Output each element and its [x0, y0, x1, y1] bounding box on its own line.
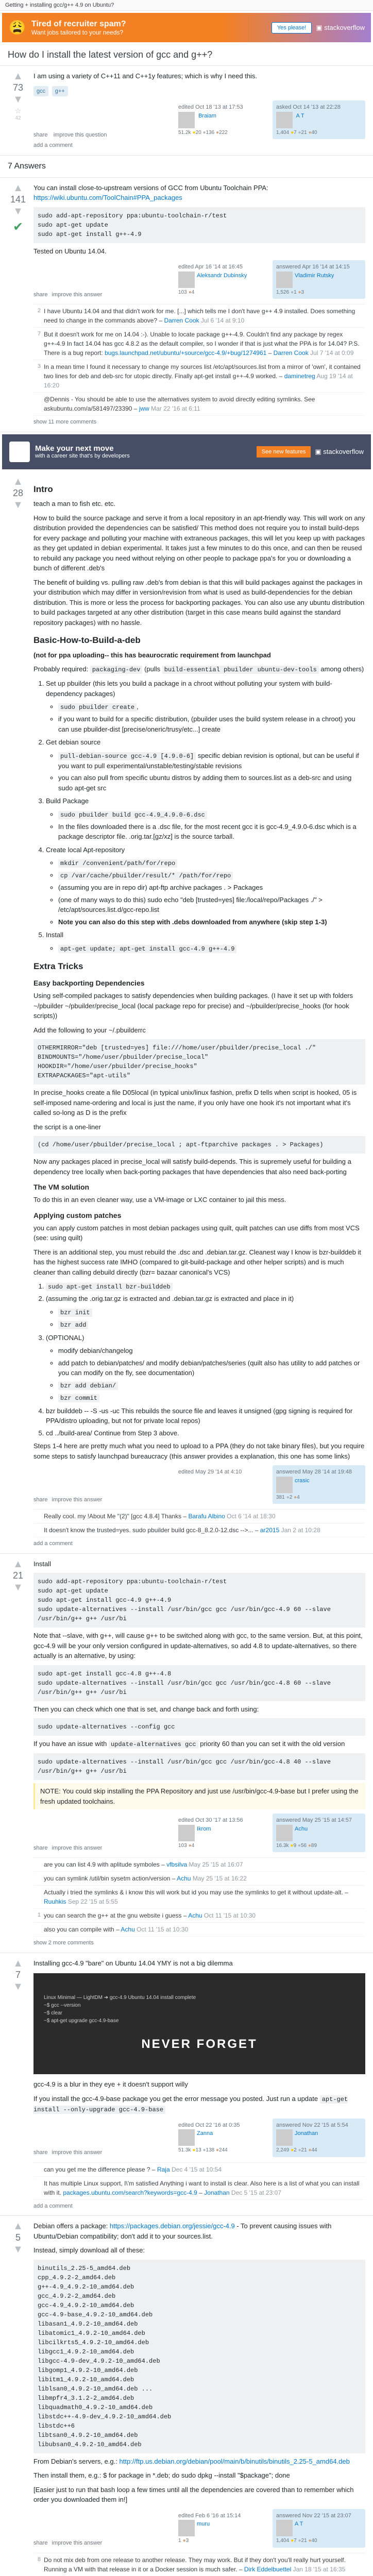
answer-5: ▲5▼ Debian offers a package: https://pac…: [0, 2216, 373, 2576]
ppa-link[interactable]: https://wiki.ubuntu.com/ToolChain#PPA_pa…: [33, 194, 182, 201]
code-block: (cd /home/user/pbuilder/precise_local ; …: [33, 1136, 365, 1154]
add-comment-link[interactable]: add a comment: [33, 1539, 365, 1548]
share-link[interactable]: share: [33, 292, 48, 298]
question-title: How do I install the latest version of g…: [8, 49, 365, 60]
answers-header: 7 Answers: [0, 156, 373, 178]
share-link[interactable]: share: [33, 2540, 48, 2546]
code-block: sudo add-apt-repository ppa:ubuntu-toolc…: [33, 1573, 365, 1628]
improve-link[interactable]: improve this answer: [52, 2540, 103, 2546]
add-comment-link[interactable]: add a comment: [33, 141, 365, 150]
answer-1: ▲ 141 ▼ ✔ You can install close-to-upstr…: [0, 178, 373, 432]
comments-list: 2I have Ubuntu 14.04 and that didn't wor…: [33, 304, 365, 416]
code-block: sudo update-alternatives --config gcc: [33, 1718, 365, 1736]
improve-link[interactable]: improve this answer: [52, 1845, 103, 1851]
favorite-button[interactable]: ☆: [8, 107, 28, 115]
upvote-button[interactable]: ▲: [8, 183, 28, 193]
question-body: I am using a variety of C++11 and C++1y …: [33, 71, 365, 81]
improve-link[interactable]: improve this answer: [52, 2149, 103, 2156]
downvote-button[interactable]: ▼: [8, 94, 28, 105]
ad-cta-button[interactable]: See new features: [257, 446, 311, 457]
ad-title: Tired of recruiter spam?: [31, 20, 272, 29]
question-header: How do I install the latest version of g…: [0, 44, 373, 66]
tags-container: gcc g++: [33, 86, 365, 97]
show-more-comments[interactable]: show 2 more comments: [33, 1939, 365, 1947]
accepted-icon: ✔: [8, 219, 28, 234]
user-link[interactable]: Braiam: [198, 113, 216, 119]
show-more-comments[interactable]: show 11 more comments: [33, 418, 365, 427]
downvote-button[interactable]: ▼: [8, 206, 28, 216]
vote-count: 73: [8, 82, 28, 93]
tag-gpp[interactable]: g++: [52, 86, 68, 97]
improve-link[interactable]: improve this question: [54, 132, 107, 138]
code-block: sudo apt-get install gcc-4.8 g++-4.8 sud…: [33, 1665, 365, 1701]
answer-2: ▲ 28 ▼ Intro teach a man to fish etc. et…: [0, 471, 373, 1554]
upvote-button[interactable]: ▲: [8, 477, 28, 487]
upvote-button[interactable]: ▲: [8, 71, 28, 81]
editor-card: edited Oct 18 '13 at 17:53 Braiam 51.2k …: [175, 100, 267, 139]
share-link[interactable]: share: [33, 132, 48, 138]
author-card: answered Apr 16 '14 at 14:15Vladimir Rut…: [273, 260, 365, 299]
ad-icon: [9, 442, 30, 462]
favorite-count: 42: [8, 115, 28, 121]
add-comment-link[interactable]: add a comment: [33, 2202, 365, 2211]
code-block: sudo update-alternatives --install /usr/…: [33, 1753, 365, 1780]
question-post: ▲ 73 ▼ ☆ 42 I am using a variety of C++1…: [0, 66, 373, 156]
stackoverflow-logo: ▣ stackoverflow: [316, 24, 365, 32]
downvote-button[interactable]: ▼: [8, 2244, 28, 2255]
top-ad-banner[interactable]: 😩 Tired of recruiter spam? Want jobs tai…: [2, 13, 371, 42]
avatar: [178, 112, 195, 128]
vote-count: 141: [8, 194, 28, 205]
tag-gcc[interactable]: gcc: [33, 86, 48, 97]
ad-cta-button[interactable]: Yes please!: [272, 22, 312, 33]
stackoverflow-logo: ▣ stackoverflow: [315, 448, 364, 456]
mid-ad-banner[interactable]: Make your next movewith a career site th…: [2, 434, 371, 469]
screenshot-image: Linux Minimal — LightDM ➜ gcc-4.9 Ubuntu…: [33, 1973, 365, 2074]
improve-link[interactable]: improve this answer: [52, 292, 103, 298]
code-block: OTHERMIRROR="deb [trusted=yes] file:///h…: [33, 1039, 365, 1084]
code-block: sudo add-apt-repository ppa:ubuntu-toolc…: [33, 207, 365, 243]
answer-3: ▲21▼ Install sudo add-apt-repository ppa…: [0, 1554, 373, 1953]
downvote-button[interactable]: ▼: [8, 1582, 28, 1592]
author-card: asked Oct 14 '13 at 22:28 A T 1,404 7 21…: [273, 100, 365, 139]
upvote-button[interactable]: ▲: [8, 1559, 28, 1569]
tired-emoji-icon: 😩: [8, 19, 26, 36]
share-link[interactable]: share: [33, 1845, 48, 1851]
upvote-button[interactable]: ▲: [8, 2221, 28, 2231]
editor-card: edited Apr 16 '14 at 16:45Aleksandr Dubi…: [175, 260, 267, 299]
code-block: binutils_2.25-5_amd64.deb cpp_4.9.2-2_am…: [33, 2260, 365, 2453]
avatar: [276, 112, 293, 128]
downvote-button[interactable]: ▼: [8, 500, 28, 510]
answer-4: ▲7▼ Installing gcc-4.9 "bare" on Ubuntu …: [0, 1953, 373, 2216]
window-title: Getting + installing gcc/g++ 4.9 on Ubun…: [0, 0, 373, 11]
improve-link[interactable]: improve this answer: [52, 1497, 103, 1503]
share-link[interactable]: share: [33, 2149, 48, 2156]
share-link[interactable]: share: [33, 1497, 48, 1503]
user-link[interactable]: A T: [296, 113, 304, 119]
downvote-button[interactable]: ▼: [8, 1981, 28, 1992]
upvote-button[interactable]: ▲: [8, 1958, 28, 1969]
ad-subtitle: Want jobs tailored to your needs?: [31, 29, 272, 36]
